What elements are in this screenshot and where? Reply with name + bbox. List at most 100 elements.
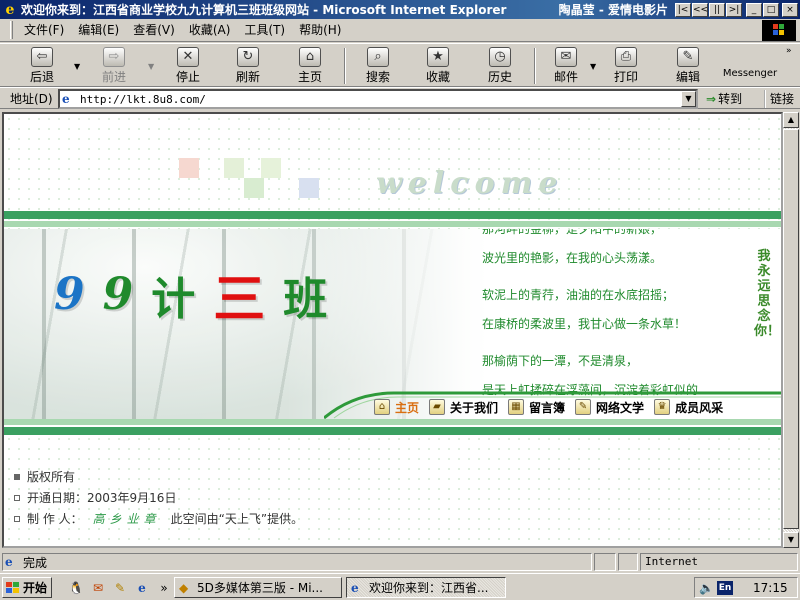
page-done-icon: e [5, 555, 13, 569]
forward-arrow-icon: ⇨ [103, 47, 125, 67]
qq-icon[interactable]: 🐧 [68, 580, 84, 596]
refresh-button[interactable]: ↻ 刷新 [226, 47, 270, 85]
decor-square [179, 158, 199, 178]
back-dropdown-icon[interactable]: ▼ [74, 62, 80, 71]
mail-dropdown-icon[interactable]: ▼ [590, 62, 596, 71]
back-button[interactable]: ⇦ 后退 [20, 47, 64, 85]
scroll-thumb[interactable] [783, 129, 799, 529]
scroll-down-button[interactable]: ▼ [783, 532, 799, 548]
menu-favorites[interactable]: 收藏(A) [182, 20, 238, 40]
calendar-icon: ▦ [508, 399, 525, 415]
vertical-scrollbar[interactable]: ▲ ▼ [783, 112, 799, 548]
restore-button[interactable]: □ [763, 2, 779, 17]
media-prev-button[interactable]: |< [675, 2, 691, 17]
messenger-button[interactable]: Messenger [718, 68, 782, 82]
standard-toolbar: ⇦ 后退 ▼ ⇨ 前进 ▼ ✕ 停止 ↻ 刷新 ⌂ 主页 ⌕ 搜索 ★ 收藏 ◷… [0, 43, 800, 87]
copyright-text: 版权所有 [27, 470, 76, 484]
trophy-icon: ♛ [654, 399, 671, 415]
search-icon: ⌕ [367, 47, 389, 67]
status-text: 完成 [23, 555, 48, 570]
app-icon: ◆ [179, 580, 189, 595]
status-main: e 完成 [2, 553, 592, 571]
task-button-ie[interactable]: e 欢迎你来到：江西省... [346, 577, 506, 598]
quick-launch-more-icon[interactable]: » [156, 580, 172, 596]
windows-flag-icon [6, 581, 20, 594]
address-dropdown-button[interactable]: ▼ [681, 91, 696, 107]
address-bar: 地址(D) e ▼ ⇒ 转到 链接 [0, 87, 800, 109]
home-icon: ⌂ [299, 47, 321, 67]
menu-grip[interactable] [10, 21, 13, 39]
nav-guestbook[interactable]: ▦ 留言簿 [508, 399, 565, 416]
maker-label: 制 作 人： [27, 512, 83, 526]
stop-button[interactable]: ✕ 停止 [166, 47, 210, 85]
mail-icon: ✉ [555, 47, 577, 67]
language-indicator[interactable]: En [717, 580, 733, 595]
decor-square [261, 158, 281, 178]
system-tray: 🔈 En 17:15 [694, 577, 798, 598]
history-button[interactable]: ◷ 历史 [478, 47, 522, 85]
outlook-icon[interactable]: ✉ [90, 580, 106, 596]
menu-view[interactable]: 查看(V) [126, 20, 182, 40]
poem-line: 那榆荫下的一潭，不是清泉， [482, 354, 639, 368]
decor-square [299, 178, 319, 198]
open-date-text: 开通日期：2003年9月16日 [27, 491, 177, 505]
poem-line: 波光里的艳影，在我的心头荡漾。 [482, 251, 663, 265]
green-band [4, 427, 781, 435]
address-box: e ▼ [58, 89, 698, 109]
forward-button[interactable]: ⇨ 前进 [92, 47, 136, 85]
forward-dropdown-icon[interactable]: ▼ [148, 62, 154, 71]
menu-edit[interactable]: 编辑(E) [71, 20, 126, 40]
task-button-multimedia[interactable]: ◆ 5D多媒体第三版 - Mi... [174, 577, 342, 598]
media-pause-button[interactable]: || [709, 2, 725, 17]
banner: 9 9 计 三 班 那河畔的金柳，是夕阳中的新娘， 波光里的艳影，在我的心头荡漾… [4, 229, 781, 419]
page-content: welcome 9 9 计 三 班 那河畔的金柳，是夕阳中的新娘， 波光里的艳影… [2, 112, 783, 548]
scroll-up-button[interactable]: ▲ [783, 112, 799, 128]
decor-square [224, 158, 244, 178]
menu-bar: 文件(F) 编辑(E) 查看(V) 收藏(A) 工具(T) 帮助(H) [0, 19, 800, 42]
search-button[interactable]: ⌕ 搜索 [356, 47, 400, 85]
nav-members[interactable]: ♛ 成员风采 [654, 399, 723, 416]
light-band [4, 221, 781, 227]
edit-button[interactable]: ✎ 编辑 [666, 47, 710, 85]
history-icon: ◷ [489, 47, 511, 67]
nav-about[interactable]: ▰ 关于我们 [429, 399, 498, 416]
address-input[interactable] [80, 92, 680, 106]
menu-tools[interactable]: 工具(T) [237, 20, 292, 40]
home-icon: ⌂ [374, 399, 390, 415]
print-button[interactable]: ⎙ 打印 [604, 47, 648, 85]
flag-icon: ▰ [429, 399, 446, 415]
start-button[interactable]: 开始 [2, 577, 52, 598]
welcome-heading: welcome [376, 166, 564, 201]
links-button[interactable]: 链接 [764, 90, 794, 108]
minimize-button[interactable]: _ [746, 2, 762, 17]
nav-literature[interactable]: ✎ 网络文学 [575, 399, 644, 416]
home-button[interactable]: ⌂ 主页 [288, 47, 332, 85]
go-button[interactable]: ⇒ 转到 [706, 90, 742, 108]
pen-icon[interactable]: ✎ [112, 580, 128, 596]
menu-help[interactable]: 帮助(H) [292, 20, 348, 40]
class-name-logo: 9 9 计 三 班 [54, 269, 328, 330]
bullet-icon [14, 494, 20, 501]
favorites-button[interactable]: ★ 收藏 [416, 47, 460, 85]
media-next-button[interactable]: >| [726, 2, 742, 17]
decor-square [244, 178, 264, 198]
nav-home[interactable]: ⌂ 主页 [374, 399, 419, 416]
ie-icon[interactable]: e [134, 580, 150, 596]
printer-icon: ⎙ [615, 47, 637, 67]
menu-file[interactable]: 文件(F) [17, 20, 71, 40]
green-band [4, 211, 781, 219]
toolbar-separator [344, 48, 346, 84]
media-rewind-button[interactable]: << [692, 2, 708, 17]
address-label: 地址(D) [10, 91, 53, 106]
speaker-icon[interactable]: 🔈 [699, 581, 715, 595]
toolbar-more-icon[interactable]: » [786, 46, 792, 56]
back-arrow-icon: ⇦ [31, 47, 53, 67]
favorites-folder-icon: ★ [427, 47, 449, 67]
mail-button[interactable]: ✉ 邮件 [544, 47, 588, 85]
pencil-icon: ✎ [575, 399, 592, 415]
bullet-icon [14, 515, 20, 522]
close-button[interactable]: × [782, 2, 798, 17]
clock[interactable]: 17:15 [753, 581, 788, 595]
poem-scroller: 那河畔的金柳，是夕阳中的新娘， 波光里的艳影，在我的心头荡漾。 软泥上的青荇，油… [482, 229, 742, 405]
security-zone: Internet [640, 553, 798, 571]
